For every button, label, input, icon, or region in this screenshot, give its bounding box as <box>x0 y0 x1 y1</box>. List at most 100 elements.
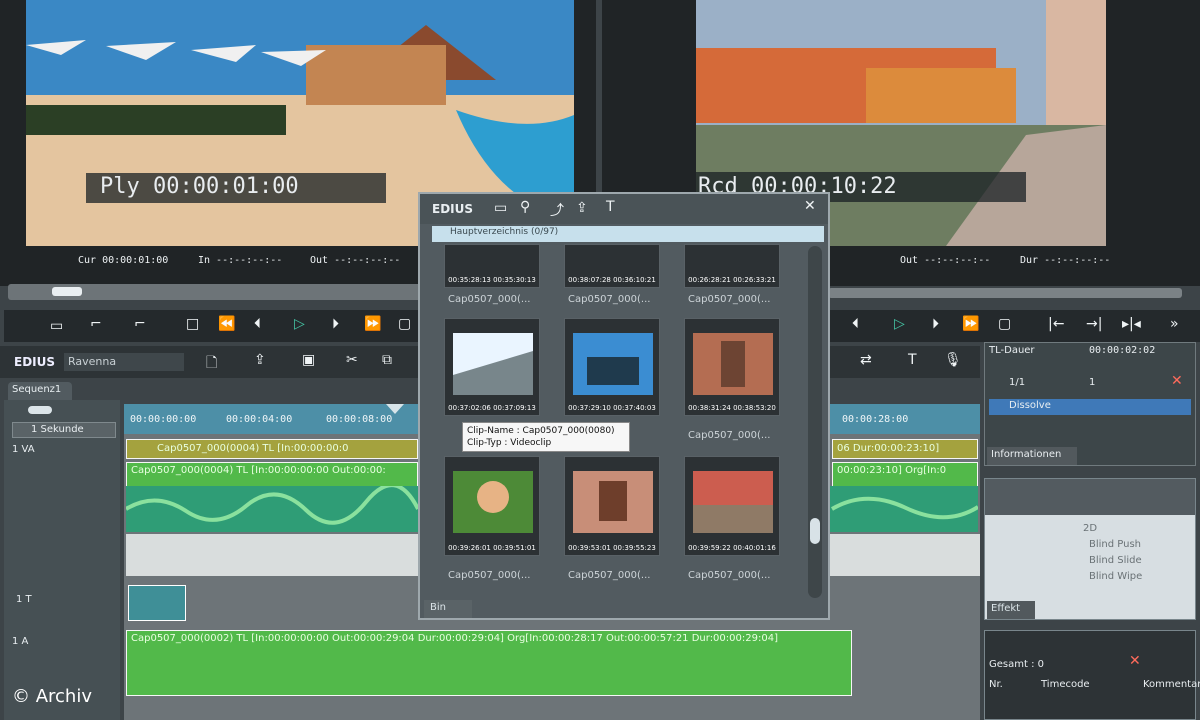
output-icon[interactable]: ▢ <box>398 316 411 332</box>
transition-icon[interactable]: ⇄ <box>860 352 872 368</box>
bin-app-label: EDIUS <box>432 202 474 216</box>
clip-tooltip: Clip-Name : Cap0507_000(0080) Clip-Typ :… <box>462 422 630 452</box>
info-panel: TL-Dauer 00:00:02:02 1/1 1 ✕ Dissolve In… <box>984 342 1196 466</box>
ruler-tick-0: 00:00:00:00 <box>130 414 197 425</box>
effect-blind-wipe[interactable]: Blind Wipe <box>1089 571 1142 582</box>
fast-forward-icon[interactable]: ⏩ <box>364 316 381 332</box>
bin-up-icon[interactable]: ⤴ <box>550 200 564 220</box>
clip-thumb-r3c1[interactable]: 00:39:26:01 00:39:51:01 <box>444 456 540 556</box>
stop-icon[interactable]: □ <box>186 316 199 332</box>
bin-view-icon[interactable]: ▭ <box>494 200 507 216</box>
bin-import-icon[interactable]: ⇪ <box>576 200 588 216</box>
playhead-marker-icon[interactable] <box>386 404 404 414</box>
va-clip-top-right[interactable]: 06 Dur:00:00:23:10] <box>832 439 978 459</box>
effects-panel: 2D Blind Push Blind Slide Blind Wipe Eff… <box>984 478 1196 620</box>
clip-name-r3c1: Cap0507_000(... <box>448 570 531 581</box>
title-icon[interactable]: T <box>908 352 917 368</box>
next-edit-icon[interactable]: →| <box>1086 316 1102 332</box>
bin-search-icon[interactable]: ⚲ <box>520 199 530 215</box>
save-icon[interactable]: ▣ <box>302 352 315 368</box>
project-name-field[interactable]: Ravenna <box>64 353 184 371</box>
archive-watermark: © Archiv <box>12 686 92 707</box>
zoom-slider[interactable] <box>28 406 52 414</box>
open-icon[interactable]: ⇪ <box>254 352 266 368</box>
effects-toolbar <box>985 479 1195 515</box>
effect-blind-push[interactable]: Blind Push <box>1089 539 1141 550</box>
rec-fast-forward-icon[interactable]: ⏩ <box>962 316 979 332</box>
new-project-icon[interactable]: 🗋 <box>206 352 217 376</box>
effect-blind-slide[interactable]: Blind Slide <box>1089 555 1142 566</box>
recorder-scrubber[interactable] <box>828 288 1182 298</box>
ruler-tick-3: 00:00:28:00 <box>842 414 909 425</box>
bin-window: EDIUS ▭ ⚲ ⤴ ⇪ T ✕ Hauptverzeichnis (0/97… <box>418 192 830 620</box>
clip-name-r1c2: Cap0507_000(... <box>568 294 651 305</box>
track-label-va: 1 VA <box>12 444 35 455</box>
clip-thumb-r2c1[interactable]: 00:37:02:06 00:37:09:13 <box>444 318 540 416</box>
player-out: Out --:--:--:-- <box>310 255 401 266</box>
play-icon[interactable]: ▷ <box>294 316 305 332</box>
cut-icon[interactable]: ✂ <box>346 352 358 368</box>
audio-clip[interactable]: Cap0507_000(0002) TL [In:00:00:00:00 Out… <box>126 630 852 696</box>
scrubber-handle[interactable] <box>52 287 82 296</box>
bin-scrollbar[interactable] <box>808 246 822 598</box>
rec-output-icon[interactable]: ▢ <box>998 316 1011 332</box>
track-label-t: 1 T <box>16 594 32 605</box>
ruler-tick-1: 00:00:04:00 <box>226 414 293 425</box>
dissolve-item[interactable]: Dissolve <box>989 399 1191 415</box>
clip-name-r3c3: Cap0507_000(... <box>688 570 771 581</box>
rec-step-forward-icon[interactable]: ⏵ <box>932 316 939 332</box>
clip-name-r2c3: Cap0507_000(... <box>688 430 771 441</box>
markers-delete-icon[interactable]: ✕ <box>1129 653 1141 669</box>
markers-total: Gesamt : 0 <box>989 659 1044 670</box>
info-tab[interactable]: Informationen <box>987 447 1077 465</box>
copy-icon[interactable]: ⧉ <box>382 352 392 368</box>
clip-name-r1c1: Cap0507_000(... <box>448 294 531 305</box>
effects-tab[interactable]: Effekt <box>987 601 1035 619</box>
app-logo: EDIUS <box>14 355 56 369</box>
clip-thumb-r1c2[interactable]: 00:38:07:28 00:36:10:21 <box>564 244 660 288</box>
zoom-dropdown[interactable]: 1 Sekunde <box>12 422 116 438</box>
step-back-icon[interactable]: ⏴ <box>254 316 261 332</box>
mark-in-icon[interactable]: ▭ <box>50 318 63 334</box>
clip-thumb-r2c2[interactable]: 00:37:29:10 00:37:40:03 <box>564 318 660 416</box>
clip-thumb-r1c3[interactable]: 00:26:28:21 00:26:33:21 <box>684 244 780 288</box>
rec-step-back-icon[interactable]: ⏴ <box>852 316 859 332</box>
recorder-transport-bar: ⏴ ▷ ⏵ ⏩ ▢ |← →| ▸|◂ » <box>826 310 1200 342</box>
track-label-a: 1 A <box>12 636 29 647</box>
clip-thumb-r1c1[interactable]: 00:35:28:13 00:35:30:13 <box>444 244 540 288</box>
clip-thumb-r2c3[interactable]: 00:38:31:24 00:38:53:20 <box>684 318 780 416</box>
clip-thumb-r3c3[interactable]: 00:39:59:22 00:40:01:16 <box>684 456 780 556</box>
rec-play-icon[interactable]: ▷ <box>894 316 905 332</box>
effect-folder-2d[interactable]: 2D <box>1083 523 1097 534</box>
mic-icon[interactable]: 🎙 <box>944 352 962 368</box>
prev-edit-icon[interactable]: |← <box>1048 316 1064 332</box>
bin-scroll-thumb[interactable] <box>810 518 820 544</box>
info-count: 1/1 <box>1009 377 1026 388</box>
set-out-icon[interactable]: ⌐ <box>134 316 146 332</box>
set-in-icon[interactable]: ⌐ <box>90 316 102 332</box>
ruler-tick-2: 00:00:08:00 <box>326 414 393 425</box>
sequence-tab[interactable]: Sequenz1 <box>8 382 72 400</box>
player-in: In --:--:--:-- <box>198 255 283 266</box>
clip-thumb-r3c2[interactable]: 00:39:53:01 00:39:55:23 <box>564 456 660 556</box>
trim-icon[interactable]: ▸|◂ <box>1122 316 1141 332</box>
more-icon[interactable]: » <box>1170 316 1179 332</box>
tl-duration-value: 00:00:02:02 <box>1089 345 1156 356</box>
player-timecode: Ply 00:00:01:00 <box>100 174 299 199</box>
bin-title-icon[interactable]: T <box>606 199 615 215</box>
step-forward-icon[interactable]: ⏵ <box>332 316 339 332</box>
recorder-out: Out --:--:--:-- <box>900 255 991 266</box>
info-count2: 1 <box>1089 377 1096 388</box>
tooltip-name: Clip-Name : Cap0507_000(0080) <box>467 426 615 436</box>
bin-tab[interactable]: Bin <box>424 600 472 618</box>
delete-effect-icon[interactable]: ✕ <box>1171 373 1183 389</box>
va-clip-top[interactable]: Cap0507_000(0004) TL [In:00:00:00:0 <box>126 439 418 459</box>
markers-col-comment: Kommentar <box>1143 679 1200 690</box>
tl-duration-label: TL-Dauer <box>989 345 1035 356</box>
markers-col-nr: Nr. <box>989 679 1003 690</box>
t-clip[interactable] <box>128 585 186 621</box>
bin-close-icon[interactable]: ✕ <box>804 198 816 214</box>
markers-col-timecode: Timecode <box>1041 679 1090 690</box>
rewind-icon[interactable]: ⏪ <box>218 316 235 332</box>
bin-title-bar: EDIUS ▭ ⚲ ⤴ ⇪ T ✕ <box>420 194 828 224</box>
